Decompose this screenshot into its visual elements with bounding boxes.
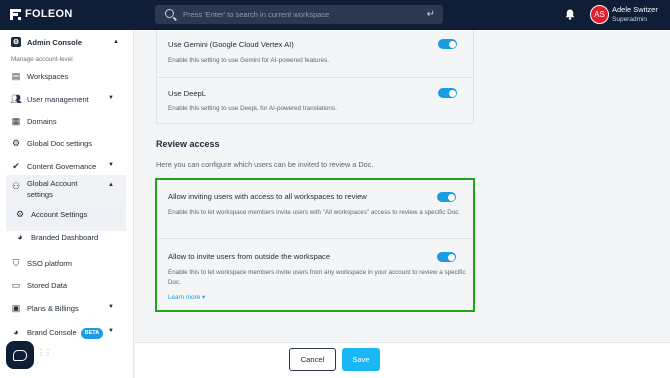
palette-icon: ◕ [17, 232, 23, 242]
shield-check-icon: ✔ [12, 160, 20, 171]
database-icon: ▭ [11, 279, 21, 290]
domains-icon: ▦ [11, 115, 21, 126]
sidebar-item-label: Workspaces [27, 72, 69, 81]
setting-title: Use DeepL [168, 89, 206, 98]
users-icon: 👥︎ [10, 93, 22, 104]
sidebar-item-label: Plans & Billings [27, 304, 79, 313]
sidebar-item-label-line2: settings [27, 190, 53, 199]
top-bar: FOLEON Press 'Enter' to search in curren… [0, 0, 670, 30]
ai-settings-card: Use Gemini (Google Cloud Vertex AI) Enab… [156, 30, 474, 124]
gear-icon: ⚙ [11, 137, 21, 148]
chevron-down-icon: ▼ [108, 162, 114, 168]
enter-key-icon: ↵ [426, 9, 435, 20]
setting-description: Enable this setting to use DeepL for AI-… [168, 105, 337, 112]
sidebar-item-account-settings[interactable]: ⚙ Account Settings [6, 204, 122, 224]
chevron-down-icon: ▼ [108, 95, 114, 101]
review-access-title: Review access [156, 139, 220, 149]
sidebar-item-label: Stored Data [27, 281, 68, 290]
footer-bar: Cancel Save [135, 342, 670, 378]
shield-icon: ⛉ [12, 257, 20, 268]
chevron-up-icon[interactable]: ▲ [113, 39, 119, 45]
search-placeholder: Press 'Enter' to search in current works… [183, 10, 330, 19]
user-role: Superadmin [612, 16, 648, 23]
sidebar-item-label: Global Doc settings [27, 139, 93, 148]
sidebar-item-label: Global Account [27, 179, 78, 188]
main-content[interactable]: Use Gemini (Google Cloud Vertex AI) Enab… [135, 30, 670, 342]
workspaces-icon: ▤ [11, 70, 21, 81]
review-access-highlight [155, 178, 475, 312]
sidebar-item-brand-console[interactable]: ◕ Brand Console BETA ▼ [0, 322, 126, 342]
chevron-up-icon: ▲ [108, 182, 114, 188]
search-input[interactable]: Press 'Enter' to search in current works… [155, 5, 443, 24]
setting-description: Enable this setting to use Gemini for AI… [168, 57, 330, 64]
deepl-toggle[interactable] [438, 88, 457, 98]
sidebar-item-label: SSO platform [27, 259, 73, 268]
sidebar-item-user-management[interactable]: 👥︎ User management ▼ [0, 89, 126, 109]
sidebar: ⚙ Admin Console ▲ Manage account-level ▤… [0, 30, 134, 378]
avatar[interactable]: AS [590, 5, 609, 24]
logo-mark-icon [10, 8, 21, 20]
search-icon [165, 9, 174, 18]
save-button[interactable]: Save [342, 348, 380, 371]
beta-badge: BETA [80, 328, 104, 339]
sidebar-item-plans-billings[interactable]: ▣ Plans & Billings ▼ [0, 298, 126, 318]
cancel-button[interactable]: Cancel [289, 348, 336, 371]
sidebar-item-label: Domains [27, 117, 57, 126]
account-settings-icon: ⚇ [11, 180, 21, 191]
chat-support-button[interactable] [6, 341, 34, 369]
sidebar-item-global-doc-settings[interactable]: ⚙ Global Doc settings [0, 133, 126, 153]
admin-console-header[interactable]: ⚙ Admin Console [11, 37, 82, 47]
sidebar-item-label: Account Settings [31, 210, 88, 219]
gear-icon: ⚙ [15, 208, 25, 219]
sidebar-subheader: Manage account-level [11, 56, 73, 63]
chevron-down-icon: ▼ [108, 304, 114, 310]
foleon-logo[interactable]: FOLEON [10, 8, 73, 20]
brand-console-label: Brand Console [27, 328, 77, 337]
sidebar-item-content-governance[interactable]: ✔ Content Governance ▼ [0, 156, 126, 176]
sidebar-item-workspaces[interactable]: ▤ Workspaces [0, 66, 126, 86]
logo-text: FOLEON [25, 8, 73, 20]
review-access-description: Here you can configure which users can b… [156, 160, 374, 169]
notification-bell-icon[interactable] [565, 9, 575, 20]
admin-console-label: Admin Console [27, 37, 83, 47]
sidebar-item-stored-data[interactable]: ▭ Stored Data [0, 275, 126, 295]
sidebar-item-branded-dashboard[interactable]: ◕ Branded Dashboard [0, 227, 126, 247]
sidebar-item-label: Content Governance [27, 162, 97, 171]
setting-row-deepl: Use DeepL Enable this setting to use Dee… [157, 78, 473, 124]
sidebar-item-label: Branded Dashboard [31, 233, 99, 242]
admin-gear-icon: ⚙ [11, 37, 21, 47]
sidebar-item-domains[interactable]: ▦ Domains [0, 111, 126, 131]
user-name[interactable]: Adele Switzer [612, 5, 658, 14]
sidebar-item-label: Brand Console BETA [27, 328, 104, 339]
sidebar-item-label: User management [27, 95, 89, 104]
chevron-down-icon: ▼ [108, 328, 114, 334]
drag-handle-icon[interactable]: ⋮⋮ [37, 349, 52, 357]
setting-title: Use Gemini (Google Cloud Vertex AI) [168, 40, 294, 49]
setting-row-gemini: Use Gemini (Google Cloud Vertex AI) Enab… [157, 30, 473, 77]
chat-bubble-icon [13, 349, 27, 361]
sidebar-item-global-account-settings[interactable]: ⚇ Global Account settings ▲ [0, 176, 126, 200]
gemini-toggle[interactable] [438, 39, 457, 49]
billing-icon: ▣ [11, 302, 21, 313]
sidebar-item-sso-platform[interactable]: ⛉ SSO platform [0, 253, 126, 273]
palette-icon: ◕ [13, 327, 19, 337]
